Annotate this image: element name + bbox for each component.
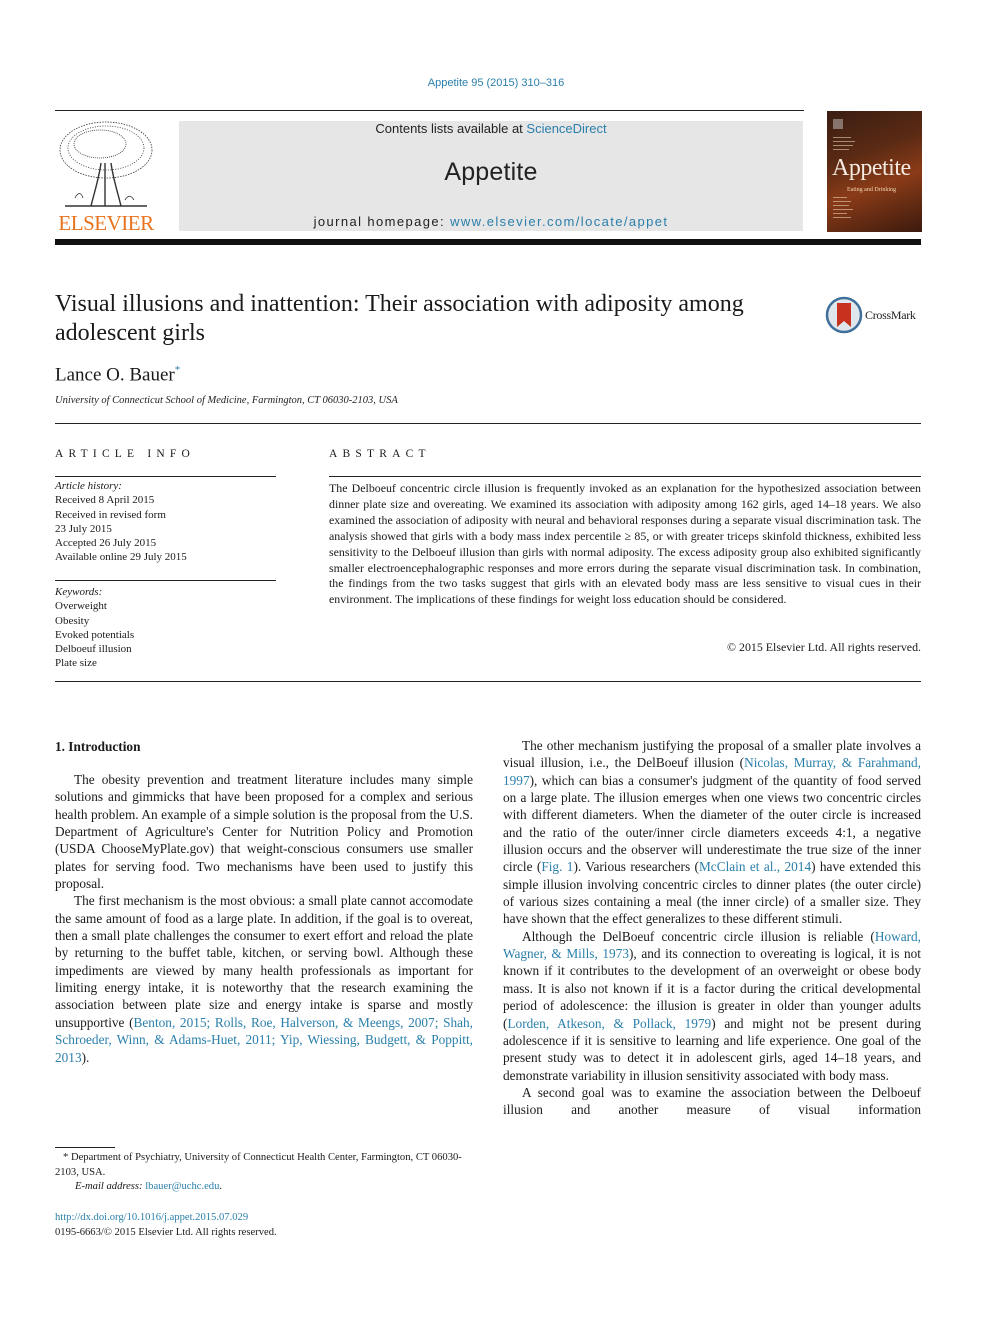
email-link[interactable]: lbauer@uchc.edu	[145, 1181, 219, 1192]
abstract-text: The Delboeuf concentric circle illusion …	[329, 481, 921, 607]
journal-name: Appetite	[444, 158, 538, 186]
elsevier-wordmark: ELSEVIER	[58, 211, 154, 235]
author-affiliation: University of Connecticut School of Medi…	[55, 395, 398, 406]
cover-subtitle: Eating and Drinking	[847, 187, 896, 193]
author-name-text: Lance O. Bauer	[55, 364, 175, 386]
author-name: Lance O. Bauer*	[55, 364, 180, 386]
footnote-email: E-mail address: lbauer@uchc.edu.	[55, 1180, 473, 1195]
journal-cover-image[interactable]: Appetite Eating and Drinking	[827, 111, 922, 232]
abstract-heading: ABSTRACT	[329, 448, 431, 460]
contents-line: Contents lists available at ScienceDirec…	[179, 121, 803, 136]
citation-link[interactable]: Lorden, Atkeson, & Pollack, 1979	[507, 1016, 711, 1031]
history-item: Accepted 26 July 2015	[55, 537, 157, 550]
keywords-rule	[55, 580, 276, 581]
article-history-label: Article history:	[55, 480, 122, 492]
paragraph: The other mechanism justifying the propo…	[503, 737, 921, 928]
paragraph-text: ).	[81, 1049, 90, 1065]
corresponding-author-mark[interactable]: *	[175, 364, 181, 376]
body-right-column: The other mechanism justifying the propo…	[503, 737, 921, 1119]
history-item: Received 8 April 2015	[55, 494, 155, 507]
article-title: Visual illusions and inattention: Their …	[55, 291, 744, 346]
paragraph: A second goal was to examine the associa…	[503, 1084, 921, 1118]
elsevier-logo[interactable]: ELSEVIER	[55, 118, 157, 236]
paragraph: The obesity prevention and treatment lit…	[55, 772, 473, 892]
paragraph-text: ). Various researchers (	[573, 859, 699, 875]
footnote-affiliation: * Department of Psychiatry, University o…	[55, 1151, 473, 1180]
contents-prefix: Contents lists available at	[375, 121, 527, 136]
keyword-item: Overweight	[55, 600, 107, 613]
crossmark-label: CrossMark	[865, 308, 916, 322]
paragraph: The first mechanism is the most obvious:…	[55, 892, 473, 1065]
header-rule	[55, 110, 804, 111]
abstract-copyright: © 2015 Elsevier Ltd. All rights reserved…	[727, 640, 921, 654]
history-item: 23 July 2015	[55, 522, 112, 535]
issn-copyright: 0195-6663/© 2015 Elsevier Ltd. All right…	[55, 1226, 277, 1238]
homepage-prefix: journal homepage:	[313, 214, 451, 229]
keywords: Keywords: Overweight Obesity Evoked pote…	[55, 585, 276, 671]
body-left-column: The obesity prevention and treatment lit…	[55, 771, 473, 1066]
journal-citation[interactable]: Appetite 95 (2015) 310–316	[0, 77, 992, 89]
paragraph-text: Although the DelBoeuf concentric circle …	[522, 928, 875, 944]
footnote: * Department of Psychiatry, University o…	[55, 1151, 473, 1195]
abstract-rule	[329, 476, 921, 477]
doi-block: http://dx.doi.org/10.1016/j.appet.2015.0…	[55, 1211, 277, 1240]
abstract-bottom-rule	[55, 681, 921, 682]
paragraph: Although the DelBoeuf concentric circle …	[503, 928, 921, 1084]
footnote-text: Department of Psychiatry, University of …	[55, 1152, 462, 1178]
history-item: Available online 29 July 2015	[55, 551, 187, 564]
title-divider	[55, 423, 921, 424]
crossmark-button[interactable]: CrossMark	[825, 296, 925, 336]
doi-link[interactable]: http://dx.doi.org/10.1016/j.appet.2015.0…	[55, 1212, 248, 1223]
journal-homepage: journal homepage: www.elsevier.com/locat…	[179, 214, 803, 229]
email-label: E-mail address:	[75, 1181, 146, 1192]
elsevier-tree-icon	[59, 121, 153, 207]
citation-link[interactable]: McClain et al., 2014	[699, 859, 811, 874]
keyword-item: Plate size	[55, 657, 97, 670]
article-history: Article history: Received 8 April 2015 R…	[55, 479, 276, 565]
header-thick-rule	[55, 239, 921, 245]
keyword-item: Delboeuf illusion	[55, 643, 132, 656]
crossmark-icon	[825, 296, 863, 334]
keywords-label: Keywords:	[55, 586, 103, 598]
article-info-rule	[55, 476, 276, 477]
footnote-rule	[55, 1147, 115, 1148]
sciencedirect-link[interactable]: ScienceDirect	[526, 121, 606, 136]
homepage-link[interactable]: www.elsevier.com/locate/appet	[450, 214, 668, 229]
keyword-item: Evoked potentials	[55, 628, 135, 641]
paragraph-text: The first mechanism is the most obvious:…	[55, 893, 473, 1030]
cover-title: Appetite	[832, 155, 911, 181]
keyword-item: Obesity	[55, 614, 90, 627]
email-end: .	[219, 1181, 223, 1192]
history-item: Received in revised form	[55, 508, 166, 521]
figure-link[interactable]: Fig. 1	[541, 859, 573, 874]
article-info-heading: ARTICLE INFO	[55, 448, 195, 460]
section-heading-introduction: 1. Introduction	[55, 739, 141, 754]
